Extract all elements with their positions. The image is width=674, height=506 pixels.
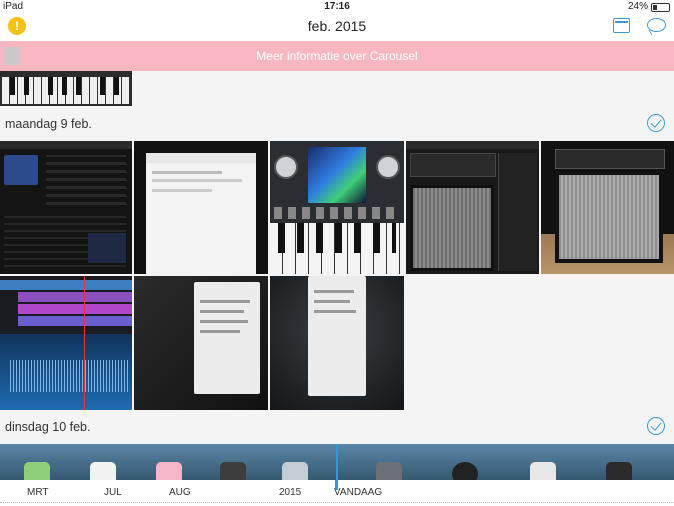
- amp-head: [555, 149, 665, 169]
- text-line: [152, 179, 242, 182]
- chat-icon[interactable]: [647, 18, 666, 32]
- popup-menu-screenshot: [194, 282, 260, 394]
- menu-line: [314, 310, 356, 313]
- key: [62, 77, 67, 95]
- key: [76, 77, 81, 95]
- menu-line: [314, 300, 350, 303]
- timeline-cursor[interactable]: [335, 444, 338, 490]
- battery-percent: 24%: [627, 1, 648, 12]
- app-icon: [282, 462, 308, 480]
- timeline-label[interactable]: MRT: [27, 487, 48, 498]
- app-icon: [24, 462, 50, 480]
- cover-art: [4, 155, 38, 185]
- key: [100, 77, 105, 95]
- day-label: dinsdag 10 feb.: [5, 420, 91, 434]
- photo-thumbnail[interactable]: [134, 276, 268, 410]
- app-icon: [376, 462, 402, 480]
- day-header: maandag 9 feb.: [0, 107, 674, 141]
- day-label: maandag 9 feb.: [5, 117, 92, 131]
- amp-head: [410, 153, 496, 177]
- dialog-header: [146, 153, 256, 163]
- avatar: [4, 47, 20, 65]
- photo-thumbnail[interactable]: [0, 141, 132, 274]
- timeline-label[interactable]: JUL: [104, 487, 122, 498]
- menu-line: [314, 290, 354, 293]
- track: [18, 304, 132, 314]
- waveform: [10, 360, 130, 392]
- clock-app-icon: [452, 462, 478, 480]
- app-toolbar: [406, 141, 539, 149]
- panel: [88, 233, 126, 263]
- key: [10, 77, 15, 95]
- photo-thumbnail[interactable]: [0, 276, 132, 410]
- select-check-icon[interactable]: [647, 417, 665, 435]
- key: [114, 77, 119, 95]
- photo-thumbnail[interactable]: [270, 276, 404, 410]
- photo-thumbnail[interactable]: [0, 71, 132, 106]
- photos-app-icon: [156, 462, 182, 480]
- photo-thumbnail[interactable]: [406, 141, 539, 274]
- menu-line: [200, 320, 248, 323]
- select-check-icon[interactable]: [647, 114, 665, 132]
- timeline-label[interactable]: VANDAAG: [334, 487, 382, 498]
- battery-icon: [651, 3, 670, 12]
- track: [18, 292, 132, 302]
- app-icon: [530, 462, 556, 480]
- info-banner[interactable]: Meer informatie over Carousel: [0, 41, 674, 71]
- photo-thumbnail[interactable]: [270, 141, 404, 274]
- key: [48, 77, 53, 95]
- timeline-label[interactable]: 2015: [279, 487, 301, 498]
- video-app-icon: [606, 462, 632, 480]
- calendar-app-icon: [90, 462, 116, 480]
- status-bar: iPad 17:16 24%: [0, 0, 674, 14]
- text-line: [152, 171, 222, 174]
- albums-icon[interactable]: [613, 18, 630, 33]
- banner-text: Meer informatie over Carousel: [256, 49, 418, 63]
- timeline-label[interactable]: AUG: [169, 487, 191, 498]
- knob: [376, 155, 400, 179]
- day-header: dinsdag 10 feb.: [0, 410, 674, 444]
- synth-display: [308, 147, 366, 203]
- track: [0, 280, 132, 290]
- knob: [274, 155, 298, 179]
- settings-panel: [498, 153, 537, 271]
- nav-bar: ! feb. 2015: [0, 14, 674, 41]
- clock: 17:16: [324, 1, 350, 12]
- camera-app-icon: [220, 462, 246, 480]
- track: [18, 316, 132, 326]
- menu-line: [200, 300, 250, 303]
- photo-thumbnail[interactable]: [541, 141, 674, 274]
- app-toolbar: [0, 141, 132, 149]
- photo-thumbnail[interactable]: [134, 141, 268, 274]
- list-lines: [46, 155, 126, 205]
- key: [24, 77, 29, 95]
- amp-cabinet: [555, 171, 663, 263]
- popup-menu-screenshot: [308, 276, 366, 396]
- menu-line: [200, 330, 240, 333]
- menu-line: [200, 310, 244, 313]
- amp-cabinet: [410, 185, 494, 271]
- black-keys: [278, 223, 396, 253]
- text-line: [152, 189, 212, 192]
- page-title: feb. 2015: [307, 18, 367, 34]
- knob-row: [274, 207, 400, 219]
- playhead: [84, 276, 85, 410]
